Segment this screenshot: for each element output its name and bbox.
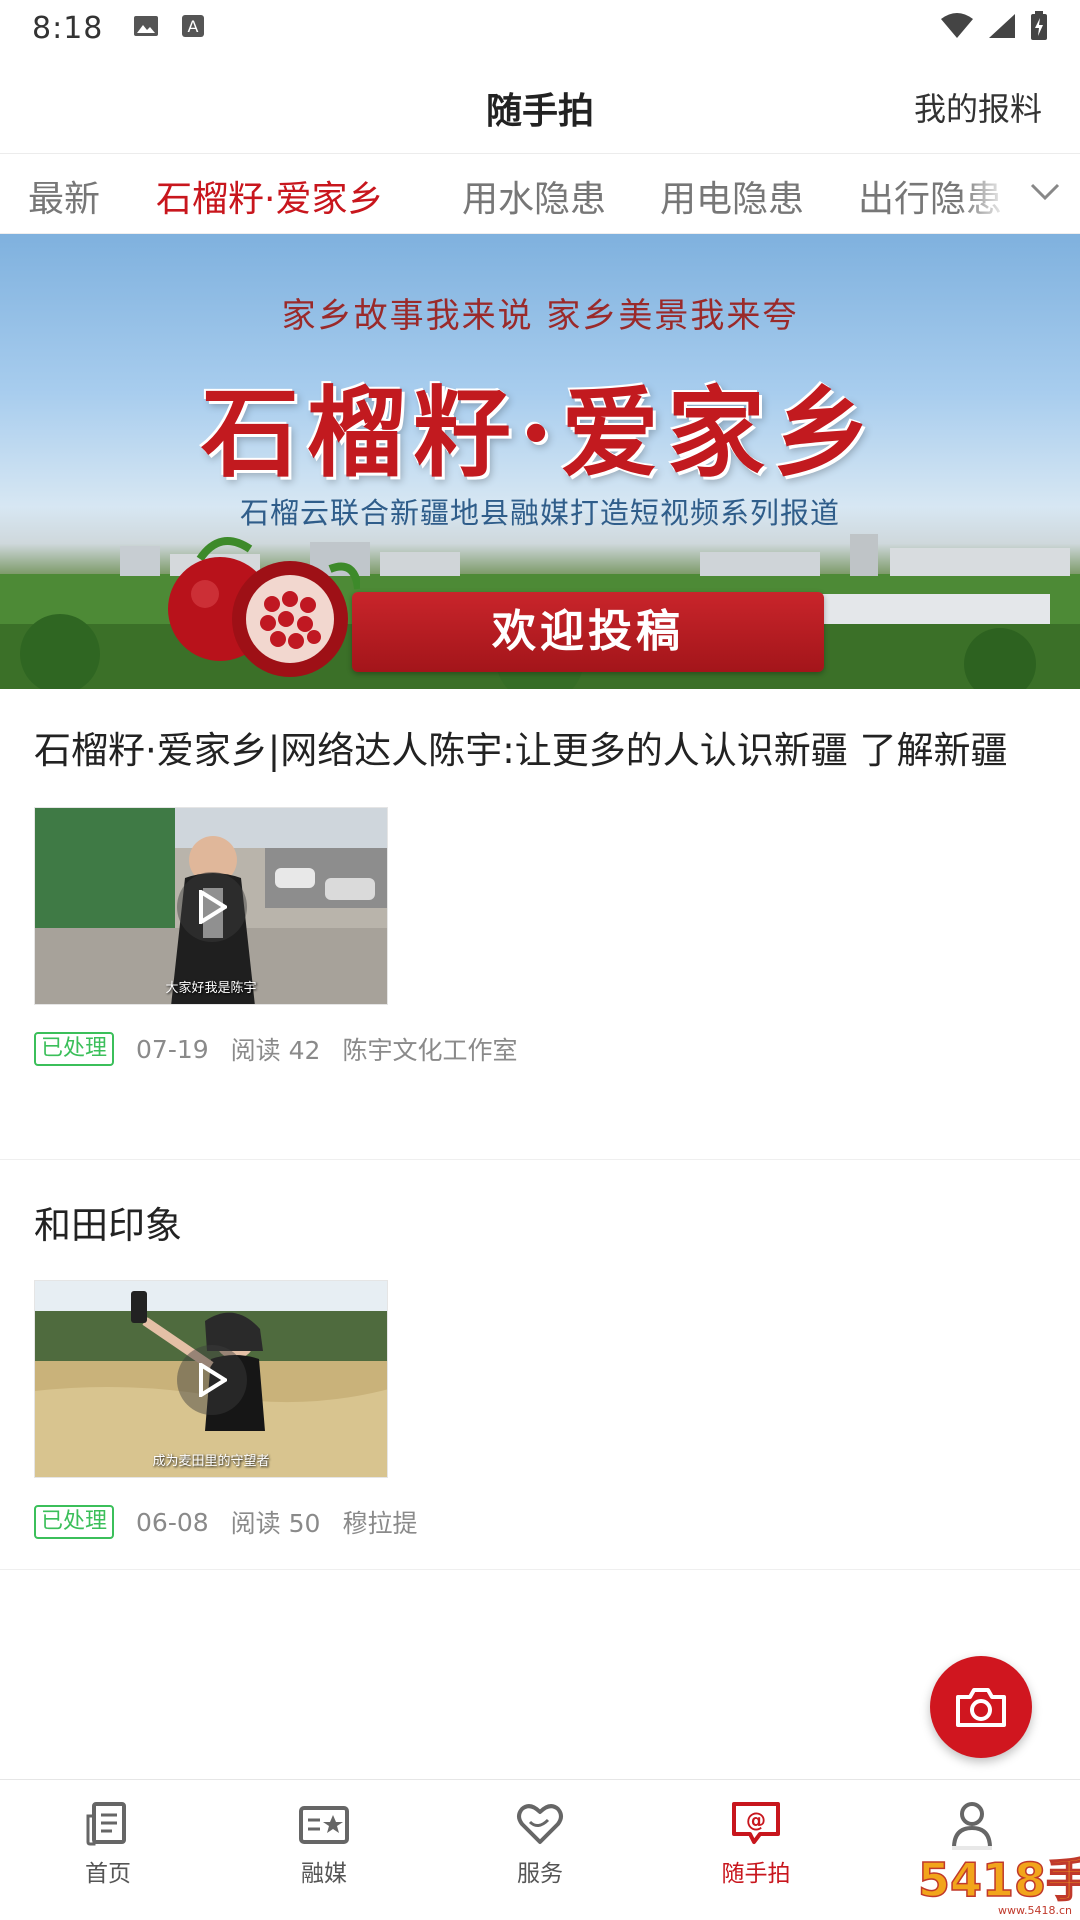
- tabs-expand-button[interactable]: [1010, 154, 1080, 233]
- news-date: 07-19: [136, 1034, 209, 1064]
- nav-label: 融媒: [301, 1861, 347, 1887]
- nav-label: 服务: [517, 1861, 563, 1887]
- tabs-fade: [960, 154, 1010, 233]
- news-read-count: 阅读 50: [230, 1509, 321, 1538]
- submit-contribution-button[interactable]: 欢迎投稿: [352, 592, 824, 672]
- video-caption: 大家好我是陈宇: [165, 981, 257, 996]
- pomegranate-icon: [168, 537, 360, 677]
- video-caption: 成为麦田里的守望者: [152, 1454, 270, 1469]
- page-header: 随手拍 我的报料: [0, 56, 1080, 154]
- status-notification-icons: A: [133, 14, 205, 42]
- news-list: 石榴籽·爱家乡|网络达人陈宇:让更多的人认识新疆 了解新疆 大家好我是陈宇 已处…: [0, 689, 1080, 1570]
- status-bar: 8:18 A: [0, 0, 1080, 56]
- news-author: 穆拉提: [342, 1509, 418, 1538]
- battery-icon: [1030, 11, 1048, 45]
- chevron-down-icon: [1029, 182, 1061, 206]
- user-icon: [951, 1802, 993, 1850]
- svg-text:www.5418.cn: www.5418.cn: [998, 1904, 1072, 1917]
- app-screen: 8:18 A 随手拍 我的报料 最新 石榴籽·爱家乡 用水隐患 用电隐患 出行隐…: [0, 0, 1080, 1920]
- nav-label: 首页: [85, 1861, 131, 1887]
- news-date: 06-08: [136, 1507, 209, 1537]
- nav-snapshot[interactable]: @ 随手拍: [648, 1780, 864, 1920]
- camera-icon: [956, 1688, 1006, 1727]
- list-item[interactable]: 石榴籽·爱家乡|网络达人陈宇:让更多的人认识新疆 了解新疆 大家好我是陈宇 已处…: [0, 689, 1080, 1160]
- news-meta: 已处理 07-19 阅读 42 陈宇文化工作室: [34, 1031, 1046, 1067]
- tab-electric-hazard[interactable]: 用电隐患: [660, 170, 804, 222]
- news-title: 和田印象: [34, 1204, 182, 1247]
- nav-home[interactable]: 首页: [0, 1780, 216, 1920]
- status-time: 8:18: [32, 10, 104, 46]
- video-thumbnail[interactable]: 大家好我是陈宇: [34, 807, 388, 1005]
- camera-button[interactable]: [930, 1656, 1032, 1758]
- play-icon[interactable]: [177, 1345, 247, 1415]
- svg-text:5418手游网: 5418手游网: [918, 1853, 1080, 1907]
- news-author: 陈宇文化工作室: [342, 1036, 518, 1065]
- media-icon: [299, 1806, 349, 1844]
- tab-water-hazard[interactable]: 用水隐患: [462, 170, 606, 222]
- status-system-icons: [940, 11, 1048, 45]
- video-thumbnail[interactable]: 成为麦田里的守望者: [34, 1280, 388, 1478]
- banner-slogan: 家乡故事我来说 家乡美景我来夸: [281, 296, 799, 336]
- image-notification-icon: [133, 15, 159, 41]
- signal-icon: [988, 13, 1016, 43]
- newspaper-icon: [86, 1802, 126, 1846]
- nav-services[interactable]: 服务: [432, 1780, 648, 1920]
- promo-banner[interactable]: 家乡故事我来说 家乡美景我来夸 石榴籽·爱家乡 石榴云联合新疆地县融媒打造短视频…: [0, 234, 1080, 689]
- tab-pomegranate-hometown[interactable]: 石榴籽·爱家乡: [156, 170, 383, 222]
- svg-text:A: A: [188, 17, 199, 36]
- tab-latest[interactable]: 最新: [28, 170, 100, 222]
- list-item[interactable]: 和田印象 成为麦田里的守望者 已处理 06-08 阅读 50 穆拉提: [0, 1160, 1080, 1570]
- news-meta: 已处理 06-08 阅读 50 穆拉提: [34, 1504, 1046, 1540]
- banner-title: 石榴籽·爱家乡: [200, 376, 880, 491]
- news-read-count: 阅读 42: [230, 1036, 321, 1065]
- heart-icon: [517, 1804, 563, 1844]
- news-title: 石榴籽·爱家乡|网络达人陈宇:让更多的人认识新疆 了解新疆: [34, 729, 1008, 772]
- banner-subtitle: 石榴云联合新疆地县融媒打造短视频系列报道: [239, 496, 840, 530]
- my-reports-link[interactable]: 我的报料: [914, 84, 1042, 130]
- status-badge: 已处理: [34, 1505, 115, 1539]
- status-badge: 已处理: [34, 1032, 115, 1066]
- font-notification-icon: A: [181, 14, 205, 42]
- nav-label: 随手拍: [721, 1861, 791, 1887]
- report-chat-icon: @: [732, 1802, 780, 1844]
- svg-text:@: @: [746, 1808, 766, 1832]
- site-watermark-logo: 5418手游网 www.5418.cn: [914, 1846, 1080, 1920]
- play-icon[interactable]: [177, 872, 247, 942]
- nav-media[interactable]: 融媒: [216, 1780, 432, 1920]
- category-tabs: 最新 石榴籽·爱家乡 用水隐患 用电隐患 出行隐患: [0, 154, 1080, 234]
- wifi-icon: [940, 13, 974, 43]
